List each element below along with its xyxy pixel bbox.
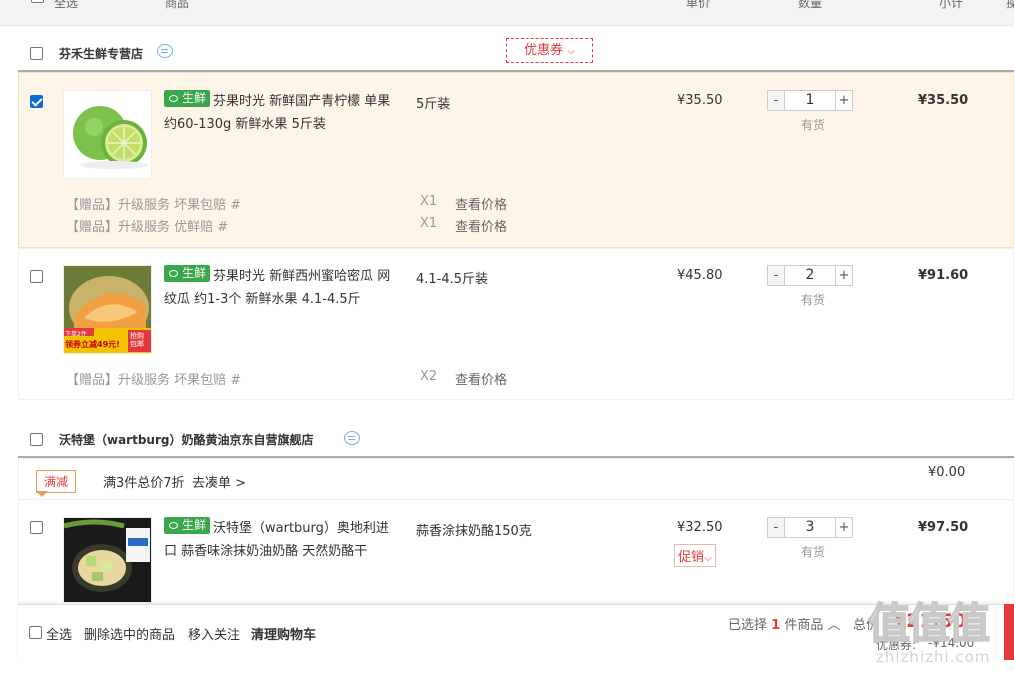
gift-label: 【赠品】升级服务 坏果包赔 #	[66, 373, 242, 388]
shop-name[interactable]: 芬禾生鲜专营店	[59, 45, 143, 62]
fresh-badge: 生鲜	[164, 90, 211, 107]
gift-qty: X1	[420, 216, 438, 231]
thumb-corner-text: 抢购包邮	[130, 332, 144, 348]
promo-tag: 满减	[36, 470, 77, 493]
item-checkbox[interactable]	[30, 521, 43, 537]
gift-check-price-link[interactable]: 查看价格	[455, 216, 507, 235]
header-unit-price: 单价	[686, 0, 711, 10]
item-subtotal: ¥91.60	[918, 268, 969, 283]
gift-label: 【赠品】升级服务 坏果包赔 #	[66, 198, 242, 213]
header-subtotal: 小计	[939, 0, 964, 10]
unit-price: ¥45.80	[677, 268, 723, 283]
watermark-logo: 值值值	[867, 598, 991, 649]
product-title[interactable]: 生鲜 芬果时光 新鲜国产青柠檬 单果约60-130g 新鲜水果 5斤装	[164, 90, 394, 136]
fresh-badge: 生鲜	[164, 517, 211, 534]
chat-icon[interactable]	[344, 431, 360, 448]
promo-tag-arrow	[36, 491, 48, 497]
header-product: 商品	[165, 0, 190, 10]
selected-count: 1	[771, 618, 781, 633]
clear-cart-link[interactable]: 清理购物车	[251, 624, 316, 643]
fresh-logo-icon	[165, 91, 182, 106]
quantity-input[interactable]: 1	[785, 90, 835, 111]
product-title[interactable]: 生鲜 沃特堡（wartburg）奥地利进口 蒜香味涂抹奶油奶酪 天然奶酪干	[164, 517, 394, 563]
header-quantity: 数量	[798, 0, 823, 10]
promo-desc: 满3件总价7折	[103, 476, 185, 491]
shop-checkbox[interactable]	[30, 47, 43, 63]
item-checkbox[interactable]	[30, 95, 43, 111]
increase-button[interactable]: +	[835, 517, 853, 538]
header-operation: 操	[1006, 0, 1014, 10]
gift-label: 【赠品】升级服务 优鲜赔 #	[66, 220, 229, 235]
quantity-stepper: - 2 +	[767, 265, 853, 286]
promo-add-more-link[interactable]: 去凑单 >	[192, 472, 246, 491]
stock-status: 有货	[800, 118, 825, 132]
chevron-down-icon: ⌵	[704, 553, 712, 564]
item-checkbox[interactable]	[30, 270, 43, 286]
selected-summary[interactable]: 已选择 1 件商品 ︿	[728, 614, 841, 633]
product-thumbnail-melon[interactable]: 下单2件 领券立减49元! 抢购包邮	[63, 265, 152, 354]
promo-label: 促销	[678, 550, 705, 565]
product-spec: 5斤装	[416, 97, 451, 112]
gift-qty: X1	[420, 194, 438, 209]
product-thumbnail-lime[interactable]	[63, 90, 152, 179]
footer-select-all-label[interactable]: 全选	[46, 624, 72, 643]
fresh-badge: 生鲜	[164, 265, 211, 282]
chat-icon[interactable]	[157, 44, 173, 61]
cart-header-bar: 全选 商品 单价 数量 小计 操	[0, 0, 1014, 26]
quantity-stepper: - 3 +	[767, 517, 853, 538]
stock-status: 有货	[800, 293, 825, 307]
delete-selected-link[interactable]: 删除选中的商品	[84, 624, 175, 643]
coupon-label: 优惠券	[524, 43, 564, 58]
product-thumbnail-cheese[interactable]	[63, 517, 152, 603]
coupon-button[interactable]: 优惠券 ⌵	[506, 38, 593, 63]
product-spec: 蒜香涂抹奶酪150克	[416, 524, 532, 539]
quantity-input[interactable]: 3	[785, 517, 835, 538]
item-subtotal: ¥35.50	[918, 93, 969, 108]
thumb-top-text: 下单2件	[65, 331, 87, 338]
chevron-down-icon: ⌵	[567, 46, 575, 57]
unit-price: ¥32.50	[677, 520, 723, 535]
chevron-up-icon: ︿	[827, 618, 841, 633]
fresh-logo-icon	[165, 518, 182, 533]
decrease-button[interactable]: -	[767, 90, 785, 111]
move-to-follow-link[interactable]: 移入关注	[188, 624, 240, 643]
shop-name[interactable]: 沃特堡（wartburg）奶酪黄油京东自营旗舰店	[59, 431, 313, 448]
decrease-button[interactable]: -	[767, 517, 785, 538]
shop-checkbox[interactable]	[30, 433, 43, 449]
increase-button[interactable]: +	[835, 90, 853, 111]
product-spec: 4.1-4.5斤装	[416, 272, 489, 287]
fresh-logo-icon	[165, 266, 182, 281]
stock-status: 有货	[800, 545, 825, 559]
increase-button[interactable]: +	[835, 265, 853, 286]
promo-dropdown[interactable]: 促销⌵	[674, 544, 716, 567]
gift-qty: X2	[420, 369, 438, 384]
header-select-all: 全选	[54, 0, 79, 10]
item-subtotal: ¥97.50	[918, 520, 969, 535]
promo-divider	[18, 499, 1014, 500]
promo-discount: ¥0.00	[928, 465, 966, 480]
checkout-button[interactable]	[1004, 604, 1014, 660]
footer-select-all-checkbox[interactable]	[29, 626, 42, 642]
unit-price: ¥35.50	[677, 93, 723, 108]
quantity-input[interactable]: 2	[785, 265, 835, 286]
decrease-button[interactable]: -	[767, 265, 785, 286]
quantity-stepper: - 1 +	[767, 90, 853, 111]
gift-check-price-link[interactable]: 查看价格	[455, 369, 507, 388]
watermark-url: zhizhizhi.com	[876, 648, 991, 666]
thumb-banner-text: 领券立减49元!	[65, 340, 120, 349]
product-title[interactable]: 生鲜 芬果时光 新鲜西州蜜哈密瓜 网纹瓜 约1-3个 新鲜水果 4.1-4.5斤	[164, 265, 394, 311]
gift-check-price-link[interactable]: 查看价格	[455, 194, 507, 213]
